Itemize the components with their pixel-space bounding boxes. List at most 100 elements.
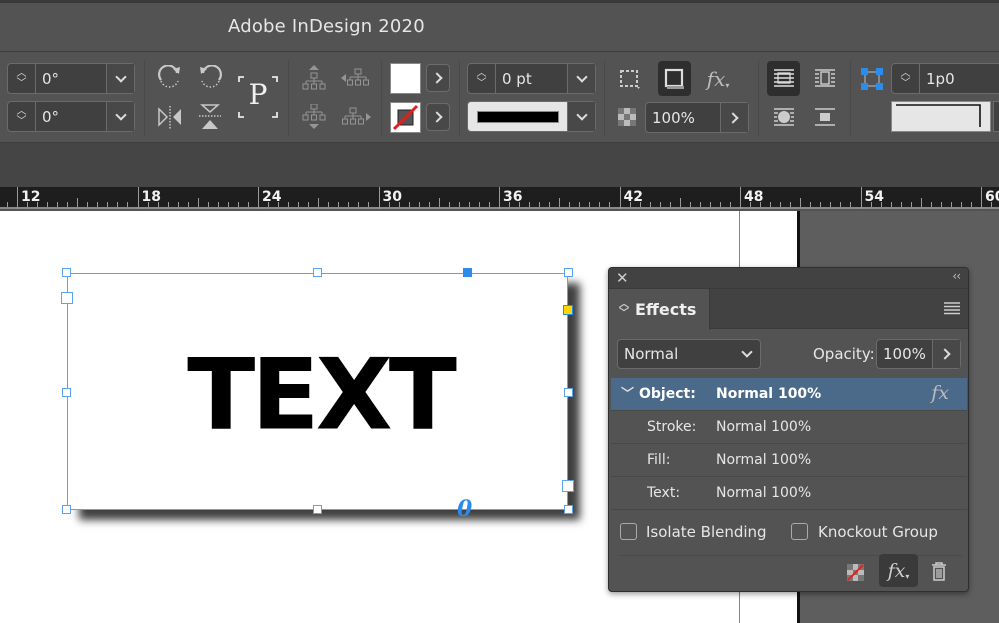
stroke-none-icon	[392, 104, 419, 131]
select-container-icon[interactable]	[300, 64, 328, 92]
close-panel-icon[interactable]: ✕	[616, 269, 629, 287]
resize-handle-middle-right[interactable]	[564, 388, 573, 397]
chevron-down-icon	[114, 108, 127, 121]
rotation-angle-field[interactable]: ︿ ﹀ 0°	[7, 63, 135, 94]
wrap-offset-field[interactable]: ︿ ﹀ 1p0	[891, 63, 999, 94]
ruler-minor-tick	[288, 202, 290, 207]
select-next-object-icon[interactable]	[340, 103, 372, 131]
paragraph-icon-label: P	[248, 78, 268, 111]
fill-swatch-menu-button[interactable]	[426, 64, 450, 92]
effects-row-text[interactable]: Text: Normal 100%	[611, 477, 967, 510]
stroke-weight-field[interactable]: ︿ ﹀ 0 pt	[467, 63, 596, 94]
ruler-minor-tick	[840, 202, 842, 207]
tab-expand-icon: ︿ ﹀	[619, 299, 629, 319]
ruler-minor-tick	[629, 202, 631, 207]
text-frame[interactable]: TEXT	[67, 273, 568, 510]
opacity-value[interactable]: 100%	[646, 109, 720, 127]
collapse-panel-icon[interactable]: ‹‹	[952, 269, 961, 283]
resize-handle-bottom-right[interactable]	[564, 505, 573, 514]
offset-link-icon[interactable]	[860, 67, 884, 91]
resize-handle-middle-left[interactable]	[62, 388, 71, 397]
live-corner-handle[interactable]	[563, 305, 573, 315]
content-grabber-icon[interactable]: 0	[457, 496, 472, 522]
clear-effects-icon[interactable]	[847, 564, 864, 585]
resize-handle-top-right[interactable]	[564, 268, 573, 277]
expand-chevron-icon[interactable]: ﹀	[621, 383, 634, 402]
effects-row-object[interactable]: ﹀ Object: Normal 100% fx	[611, 378, 967, 411]
opacity-field[interactable]: 100%	[645, 102, 749, 133]
select-content-child-icon[interactable]	[300, 103, 328, 131]
stroke-weight-dropdown-button[interactable]	[567, 64, 595, 93]
flip-horizontal-icon[interactable]	[155, 102, 185, 132]
corner-options-icon[interactable]	[614, 63, 646, 95]
ruler-minor-tick	[348, 202, 350, 207]
text-wrap-bounding-box-icon[interactable]	[808, 63, 841, 94]
shear-stepper[interactable]: ︿ ﹀	[8, 102, 36, 131]
ruler-minor-tick	[147, 202, 149, 207]
add-effect-button[interactable]: fx ▾	[879, 554, 918, 587]
stroke-swatch[interactable]	[390, 102, 421, 133]
rotation-stepper[interactable]: ︿ ﹀	[8, 64, 36, 93]
drop-shadow-toggle-icon[interactable]	[658, 61, 691, 96]
fx-icon[interactable]: fx	[931, 382, 949, 404]
text-wrap-object-shape-icon[interactable]	[767, 102, 800, 133]
rotate-counterclockwise-icon[interactable]	[195, 63, 225, 93]
ruler-minor-tick	[57, 202, 59, 207]
shear-angle-field[interactable]: ︿ ﹀ 0°	[7, 101, 135, 132]
select-content-icon[interactable]: P	[236, 74, 280, 120]
in-port-handle[interactable]	[61, 292, 73, 304]
isolate-blending-checkbox[interactable]	[620, 523, 637, 540]
rotation-dropdown-button[interactable]	[106, 64, 134, 93]
effects-row-fill[interactable]: Fill: Normal 100%	[611, 444, 967, 477]
fill-swatch[interactable]	[390, 63, 421, 94]
ruler-minor-tick	[318, 198, 320, 207]
ruler-minor-tick	[930, 202, 932, 207]
stroke-type-dropdown-button[interactable]	[567, 102, 595, 131]
rotation-angle-value[interactable]: 0°	[36, 70, 106, 88]
shear-dropdown-button[interactable]	[106, 102, 134, 131]
horizontal-ruler[interactable]: 121824303642485460	[0, 187, 999, 209]
ruler-major-tick	[981, 187, 982, 209]
anchor-handle[interactable]	[463, 268, 472, 277]
panel-opacity-value[interactable]: 100%	[877, 345, 932, 363]
effects-fx-button[interactable]: fx ▾	[702, 63, 734, 95]
row-label: Text:	[647, 485, 681, 501]
row-value: Normal 100%	[716, 386, 822, 402]
text-wrap-jump-object-icon[interactable]	[808, 102, 841, 133]
resize-handle-top-center[interactable]	[313, 268, 322, 277]
resize-handle-bottom-center[interactable]	[313, 505, 322, 514]
delete-effect-icon[interactable]	[931, 562, 947, 585]
select-previous-object-icon[interactable]	[340, 64, 372, 92]
rotate-clockwise-icon[interactable]	[155, 63, 185, 93]
wrap-offset-value[interactable]: 1p0	[920, 70, 999, 88]
effects-row-stroke[interactable]: Stroke: Normal 100%	[611, 411, 967, 444]
panel-menu-icon[interactable]	[944, 301, 960, 320]
ruler-minor-tick	[438, 198, 440, 207]
shear-angle-value[interactable]: 0°	[36, 108, 106, 126]
opacity-popup-button[interactable]	[720, 103, 748, 132]
panel-opacity-field[interactable]: 100%	[876, 339, 961, 369]
blend-mode-dropdown[interactable]: Normal	[617, 339, 761, 369]
tab-effects[interactable]: ︿ ﹀ Effects	[609, 289, 710, 330]
stroke-weight-value[interactable]: 0 pt	[496, 70, 567, 88]
panel-opacity-popup-button[interactable]	[932, 340, 960, 368]
flip-vertical-icon[interactable]	[195, 102, 225, 132]
text-wrap-none-icon[interactable]	[767, 61, 800, 96]
wrap-offset-stepper[interactable]: ︿ ﹀	[892, 64, 920, 93]
knockout-group-checkbox[interactable]	[791, 523, 808, 540]
app-title: Adobe InDesign 2020	[228, 16, 425, 37]
ruler-minor-tick	[488, 202, 490, 207]
stroke-type-dropdown[interactable]	[467, 101, 596, 132]
resize-handle-bottom-left[interactable]	[62, 505, 71, 514]
ruler-minor-tick	[649, 202, 651, 207]
frame-text[interactable]: TEXT	[135, 346, 505, 444]
ruler-minor-tick	[870, 202, 872, 207]
row-label: Fill:	[647, 452, 671, 468]
resize-handle-top-left[interactable]	[62, 268, 71, 277]
stroke-swatch-menu-button[interactable]	[426, 103, 450, 131]
ruler-major-tick	[619, 187, 621, 209]
row-value: Normal 100%	[716, 485, 812, 501]
panel-tab-row: ︿ ﹀ Effects	[609, 289, 968, 330]
out-port-handle[interactable]	[562, 480, 574, 492]
stroke-weight-stepper[interactable]: ︿ ﹀	[468, 64, 496, 93]
